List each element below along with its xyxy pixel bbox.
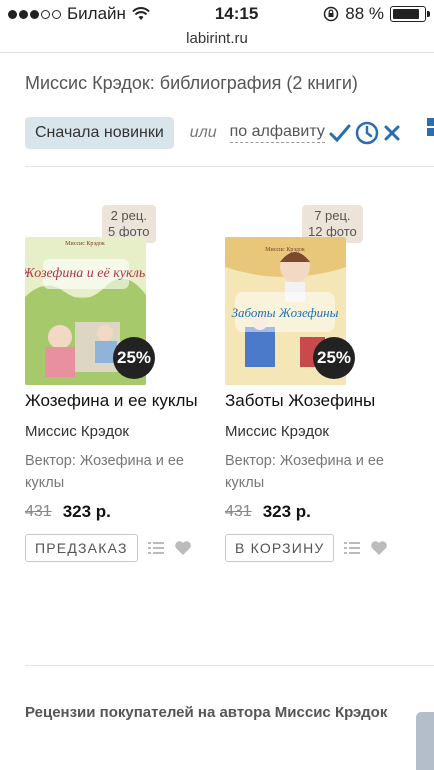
old-price: 431 xyxy=(225,503,252,520)
cover-author: Миссис Крэдок xyxy=(65,241,105,247)
review-count: 7 рец. xyxy=(314,208,351,223)
product-series[interactable]: Вектор: Жозефина и ее куклы xyxy=(225,450,385,494)
sort-or-label: или xyxy=(189,124,217,141)
sort-bar: Сначала новинки или по алфавиту xyxy=(25,116,434,150)
product-author[interactable]: Миссис Крэдок xyxy=(225,423,425,440)
divider xyxy=(25,166,434,167)
product-title[interactable]: Заботы Жозефины xyxy=(225,391,425,411)
preorder-button[interactable]: ПРЕДЗАКАЗ xyxy=(25,534,138,562)
heart-icon[interactable] xyxy=(370,540,388,556)
status-left: Билайн xyxy=(8,4,150,24)
clock-icon[interactable] xyxy=(355,121,379,145)
old-price: 431 xyxy=(25,503,52,520)
status-time: 14:15 xyxy=(214,4,259,23)
wifi-icon xyxy=(132,7,150,20)
sort-alphabetical-link[interactable]: по алфавиту xyxy=(229,123,325,143)
battery-percent: 88 % xyxy=(345,4,384,23)
cover-title: Заботы Жозефины xyxy=(232,305,339,320)
scroll-to-top-tab[interactable] xyxy=(416,712,434,770)
close-icon[interactable] xyxy=(383,124,401,142)
check-icon[interactable] xyxy=(329,123,351,143)
review-count: 2 рец. xyxy=(110,208,147,223)
product-list: 2 рец. 5 фото Миссис Крэдок Жозефина и е… xyxy=(25,205,434,585)
signal-strength-icon xyxy=(8,9,61,19)
cover-title: Жозефина и её куклы xyxy=(25,266,146,281)
product-title[interactable]: Жозефина и ее куклы xyxy=(25,391,225,411)
list-add-icon[interactable] xyxy=(147,541,164,555)
add-to-cart-button[interactable]: В КОРЗИНУ xyxy=(225,534,335,562)
product-author[interactable]: Миссис Крэдок xyxy=(25,423,225,440)
carrier-name: Билайн xyxy=(67,4,126,23)
product-series[interactable]: Вектор: Жозефина и ее куклы xyxy=(25,450,185,494)
divider xyxy=(25,665,434,666)
page-title: Миссис Крэдок: библиография (2 книги) xyxy=(25,73,358,93)
reviews-heading: Рецензии покупателей на автора Миссис Кр… xyxy=(25,704,388,721)
discount-badge: 25% xyxy=(113,337,155,379)
list-add-icon[interactable] xyxy=(344,541,361,555)
product-card: 2 рец. 5 фото Миссис Крэдок Жозефина и е… xyxy=(25,205,225,585)
heart-icon[interactable] xyxy=(174,540,192,556)
cover-author: Миссис Крэдок xyxy=(265,247,305,253)
discount-badge: 25% xyxy=(313,337,355,379)
battery-icon xyxy=(390,6,430,22)
status-bar: Билайн 14:15 88 % xyxy=(0,0,434,28)
toolbar-divider xyxy=(0,52,434,53)
address-bar[interactable]: labirint.ru xyxy=(0,28,434,52)
grid-view-icon[interactable] xyxy=(426,117,434,137)
sort-newest-button[interactable]: Сначала новинки xyxy=(25,117,174,149)
product-card: 7 рец. 12 фото Миссис Крэдок Заботы Жозе… xyxy=(225,205,425,585)
current-price: 323 р. xyxy=(62,502,111,521)
status-right: 88 % xyxy=(323,4,430,24)
rotation-lock-icon xyxy=(324,6,339,22)
current-price: 323 р. xyxy=(262,502,311,521)
